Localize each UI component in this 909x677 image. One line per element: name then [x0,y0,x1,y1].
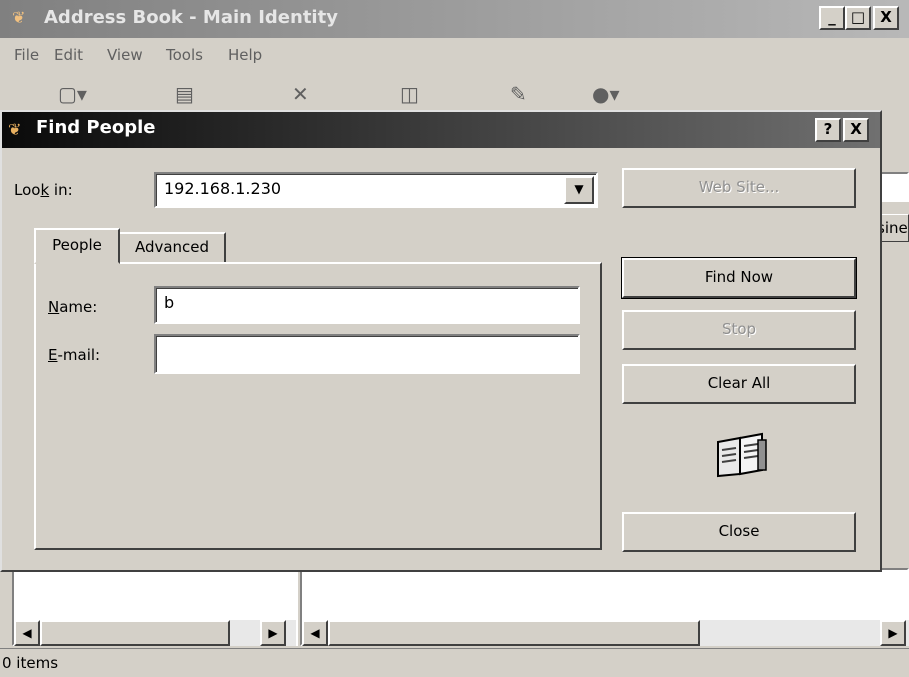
tab-people[interactable]: People [34,228,120,264]
print-icon[interactable]: ✎ [510,82,527,106]
stop-label: Stop [721,320,757,338]
new-contact-icon[interactable]: ▢▾ [58,82,87,106]
name-label: Name: [48,298,98,316]
minimize-button[interactable]: _ [819,6,845,30]
left-scroll-thumb[interactable] [40,620,230,646]
help-button[interactable]: ? [815,118,841,142]
look-in-value: 192.168.1.230 [164,179,282,198]
menu-edit[interactable]: Edit [54,46,83,64]
web-site-button[interactable]: Web Site... [622,168,856,208]
main-close-button[interactable]: X [873,6,899,30]
menu-view[interactable]: View [107,46,143,64]
main-window-title: Address Book - Main Identity [44,7,338,28]
look-in-label: Look in: [14,181,73,199]
right-scroll-right-button[interactable]: ▶ [880,620,906,646]
properties-icon[interactable]: ▤ [175,82,194,106]
right-scroll-thumb[interactable] [328,620,700,646]
status-bar [0,648,909,677]
left-scroll-left-button[interactable]: ◀ [14,620,40,646]
dialog-title: Find People [36,117,156,138]
name-field-value: b [164,293,175,312]
stop-button[interactable]: Stop [622,310,856,350]
tab-advanced[interactable]: Advanced [118,232,226,262]
tab-advanced-label: Advanced [134,238,210,256]
address-book-app-icon: ❦ [12,8,26,27]
toolbar [0,74,909,114]
menu-tools[interactable]: Tools [166,46,203,64]
address-book-icon [714,432,768,480]
right-scroll-left-button[interactable]: ◀ [302,620,328,646]
maximize-button[interactable]: □ [845,6,871,30]
email-label: E-mail: [48,346,101,364]
find-people-icon[interactable]: ◫ [400,82,419,106]
status-text: 0 items [2,654,59,672]
close-button[interactable]: Close [622,512,856,552]
delete-icon[interactable]: ✕ [292,82,309,106]
dialog-close-x-button[interactable]: X [843,118,869,142]
menu-help[interactable]: Help [228,46,262,64]
chevron-down-icon[interactable]: ▼ [564,176,594,204]
action-icon[interactable]: ●▾ [592,82,620,106]
menu-file[interactable]: File [14,46,39,64]
web-site-button-label: Web Site... [698,178,780,196]
left-scroll-right-button[interactable]: ▶ [260,620,286,646]
name-field[interactable]: b [154,286,580,324]
close-label: Close [718,522,760,540]
clear-all-button[interactable]: Clear All [622,364,856,404]
tab-people-label: People [52,236,102,254]
find-now-button[interactable]: Find Now [621,257,857,299]
email-field[interactable] [154,334,580,374]
clear-all-label: Clear All [707,374,771,392]
find-now-label: Find Now [704,268,774,286]
find-people-app-icon: ❦ [8,120,22,139]
look-in-dropdown[interactable]: 192.168.1.230 [154,172,598,208]
